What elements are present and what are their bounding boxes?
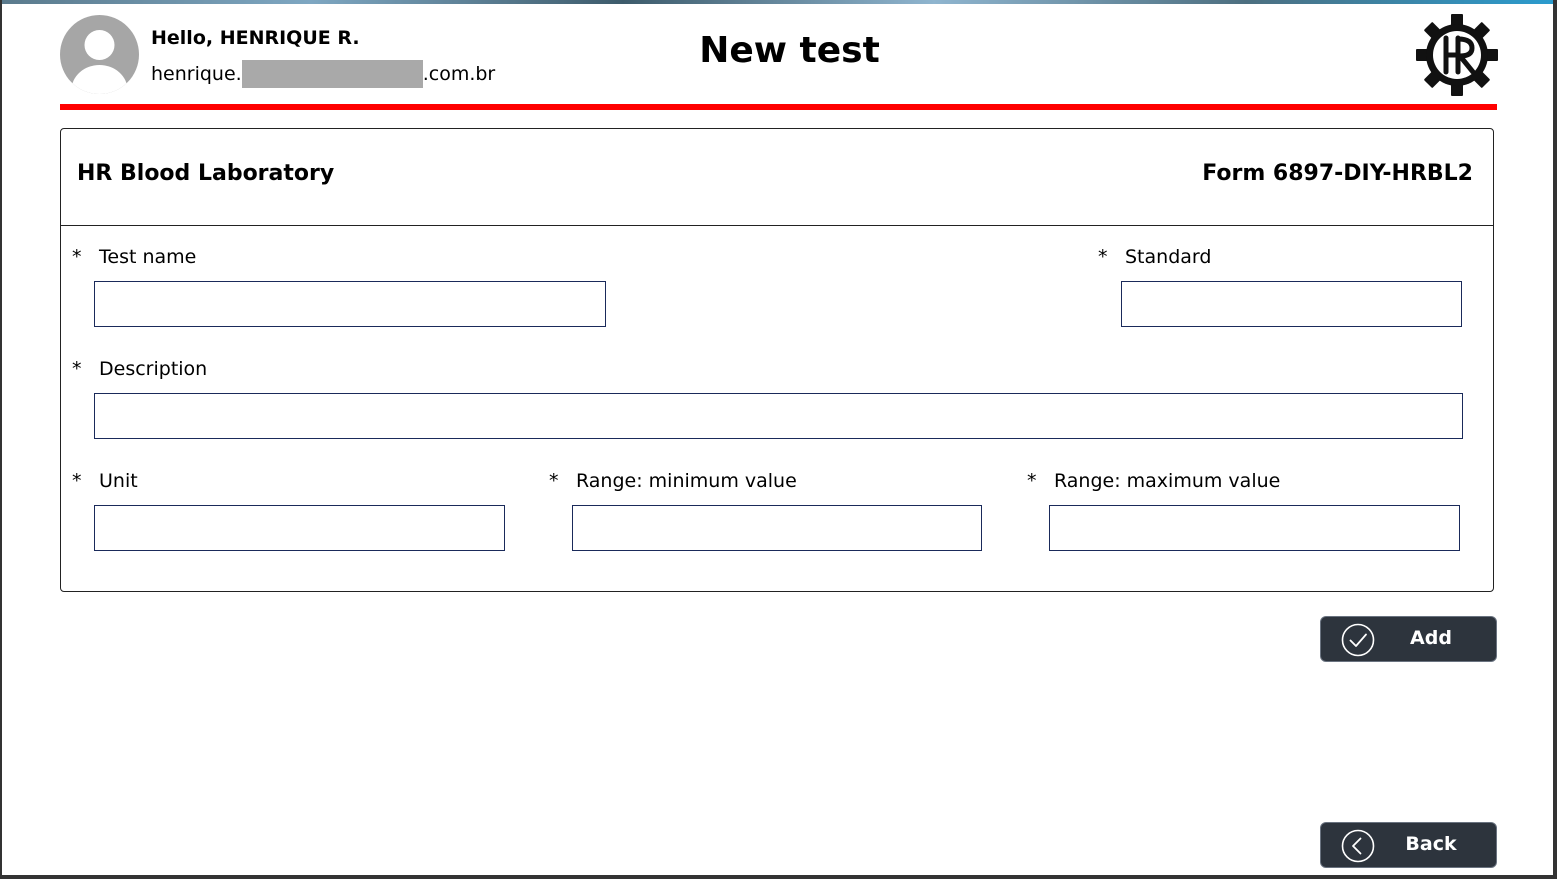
description-label-text: Description	[99, 358, 208, 380]
back-button-label: Back	[1405, 833, 1457, 855]
range-min-label-text: Range: minimum value	[576, 470, 797, 492]
standard-input[interactable]	[1121, 281, 1462, 327]
unit-label: * Unit	[72, 470, 138, 492]
required-mark: *	[72, 246, 82, 268]
window-top-strip	[0, 0, 1557, 4]
range-min-label: * Range: minimum value	[549, 470, 797, 492]
required-mark: *	[72, 358, 82, 380]
add-button-label: Add	[1410, 627, 1452, 649]
header-accent-line	[60, 104, 1497, 110]
window-frame-bottom	[0, 875, 1557, 879]
test-name-input[interactable]	[94, 281, 606, 327]
back-button[interactable]: Back	[1320, 822, 1497, 868]
hr-gear-logo	[1416, 14, 1498, 96]
chevron-left-circle-icon	[1341, 829, 1375, 863]
description-input[interactable]	[94, 393, 1463, 439]
required-mark: *	[1027, 470, 1037, 492]
required-mark: *	[549, 470, 559, 492]
range-max-label: * Range: maximum value	[1027, 470, 1280, 492]
form-code: Form 6897-DIY-HRBL2	[1202, 161, 1473, 186]
test-name-label-text: Test name	[99, 246, 197, 268]
check-circle-icon	[1341, 623, 1375, 657]
required-mark: *	[1098, 246, 1108, 268]
standard-label: * Standard	[1098, 246, 1211, 268]
range-max-label-text: Range: maximum value	[1054, 470, 1281, 492]
description-label: * Description	[72, 358, 207, 380]
laboratory-name: HR Blood Laboratory	[77, 161, 335, 186]
standard-label-text: Standard	[1125, 246, 1212, 268]
range-min-input[interactable]	[572, 505, 982, 551]
unit-input[interactable]	[94, 505, 505, 551]
page-title: New test	[699, 30, 880, 71]
test-name-label: * Test name	[72, 246, 196, 268]
window-frame-left	[0, 0, 2, 879]
unit-label-text: Unit	[99, 470, 138, 492]
range-max-input[interactable]	[1049, 505, 1460, 551]
window-frame-right	[1553, 0, 1557, 879]
test-form-card: HR Blood Laboratory Form 6897-DIY-HRBL2 …	[60, 128, 1494, 592]
required-mark: *	[72, 470, 82, 492]
add-button[interactable]: Add	[1320, 616, 1497, 662]
form-card-header: HR Blood Laboratory Form 6897-DIY-HRBL2	[61, 129, 1493, 226]
